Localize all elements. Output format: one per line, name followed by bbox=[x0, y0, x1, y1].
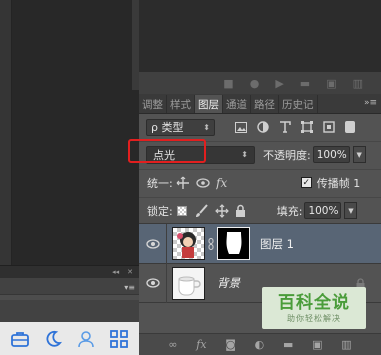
panel-menu-icon[interactable]: »≡ bbox=[364, 98, 377, 108]
play-icon[interactable]: ▶ bbox=[275, 77, 283, 90]
layer-style-icon[interactable]: fx bbox=[196, 338, 206, 351]
svg-text:fx: fx bbox=[216, 176, 227, 190]
unify-position-icon[interactable] bbox=[176, 176, 190, 190]
lock-label: 锁定: bbox=[147, 204, 173, 218]
filter-toggle-icon[interactable] bbox=[345, 121, 355, 133]
tab-paths[interactable]: 路径 bbox=[251, 95, 279, 113]
fill-input[interactable]: 100% bbox=[304, 202, 342, 219]
shape-filter-icon[interactable] bbox=[301, 121, 313, 133]
add-mask-icon[interactable]: ◙ bbox=[225, 338, 236, 351]
tab-styles[interactable]: 样式 bbox=[167, 95, 195, 113]
opacity-input[interactable]: 100% bbox=[312, 146, 350, 163]
folder-icon[interactable]: ▬ bbox=[300, 77, 310, 90]
close-icon[interactable]: ✕ bbox=[127, 268, 133, 276]
collapse-icon[interactable]: ◂◂ bbox=[112, 268, 119, 276]
adjustment-layer-icon[interactable]: ◐ bbox=[255, 338, 265, 351]
trash-icon[interactable]: ▥ bbox=[353, 77, 363, 90]
grid-icon[interactable] bbox=[109, 329, 129, 349]
adjustment-filter-icon[interactable] bbox=[257, 121, 269, 133]
layer-mask-thumbnail[interactable] bbox=[217, 227, 250, 260]
lock-position-icon[interactable] bbox=[214, 203, 229, 218]
tab-adjustments[interactable]: 调整 bbox=[139, 95, 167, 113]
new-layer-icon[interactable]: ▣ bbox=[312, 338, 322, 351]
layer-filter-select[interactable]: ρ 类型 ⬍ bbox=[146, 118, 215, 136]
layer-filter-row: ρ 类型 ⬍ bbox=[139, 116, 381, 138]
lock-all-icon[interactable] bbox=[235, 204, 246, 217]
unify-visibility-icon[interactable] bbox=[196, 177, 210, 189]
tab-history[interactable]: 历史记 bbox=[279, 95, 318, 113]
record-icon[interactable]: ● bbox=[250, 77, 260, 90]
text-filter-icon[interactable] bbox=[279, 121, 291, 133]
stop-icon[interactable]: ■ bbox=[223, 77, 233, 90]
timeline-controls: ■ ● ▶ ▬ ▣ ▥ bbox=[139, 72, 381, 94]
panel-menu-icon[interactable]: ▾≡ bbox=[124, 283, 135, 292]
unify-label: 统一: bbox=[147, 176, 173, 190]
user-icon[interactable] bbox=[76, 329, 96, 349]
unify-row: 统一: fx ✓ 传播帧 1 bbox=[139, 169, 381, 195]
layer-thumbnail bbox=[172, 227, 205, 260]
smartobject-filter-icon[interactable] bbox=[323, 121, 335, 133]
chevron-updown-icon: ⬍ bbox=[241, 150, 248, 159]
new-icon[interactable]: ▣ bbox=[326, 77, 336, 90]
layer-name[interactable]: 背景 bbox=[217, 275, 240, 291]
filter-icons bbox=[235, 121, 355, 133]
fill-label: 填充: bbox=[276, 204, 303, 218]
fill-dropdown-button[interactable]: ▼ bbox=[344, 202, 358, 219]
chevron-updown-icon: ⬍ bbox=[203, 122, 210, 132]
layer-name[interactable]: 图层 1 bbox=[260, 236, 294, 252]
panel-dock-top bbox=[139, 0, 381, 72]
moon-icon[interactable] bbox=[43, 329, 63, 349]
secondary-panel-scrollbar[interactable] bbox=[0, 294, 139, 300]
image-filter-icon[interactable] bbox=[235, 121, 247, 133]
opacity-dropdown-button[interactable]: ▼ bbox=[352, 146, 366, 163]
briefcase-icon[interactable] bbox=[10, 329, 30, 349]
layer-thumbnail bbox=[172, 266, 205, 300]
tab-channels[interactable]: 通道 bbox=[223, 95, 251, 113]
new-group-icon[interactable]: ▬ bbox=[283, 338, 293, 351]
propagate-frame-checkbox[interactable]: ✓ bbox=[300, 177, 312, 188]
delete-layer-icon[interactable]: ▥ bbox=[341, 338, 351, 351]
layer-row-layer1[interactable]: 图层 1 bbox=[139, 223, 381, 264]
layers-panel-footer: ∞ fx ◙ ◐ ▬ ▣ ▥ bbox=[139, 333, 381, 355]
lock-brush-icon[interactable] bbox=[195, 203, 209, 218]
canvas-scrollbar[interactable] bbox=[132, 0, 139, 90]
lock-transparency-icon[interactable] bbox=[176, 205, 187, 216]
lock-row: 锁定: 填充: 100% ▼ bbox=[139, 197, 381, 223]
bottom-toolbar bbox=[0, 322, 139, 355]
document-canvas-area bbox=[0, 0, 139, 265]
link-layers-icon[interactable]: ∞ bbox=[168, 338, 177, 351]
secondary-panel-header: ◂◂ ✕ bbox=[0, 266, 139, 278]
tab-layers[interactable]: 图层 bbox=[195, 95, 223, 113]
watermark-logo: 百科全说 助你轻松解决 bbox=[262, 287, 366, 329]
unify-style-icon[interactable]: fx bbox=[216, 176, 232, 190]
filter-type-label: ρ 类型 bbox=[151, 121, 184, 134]
left-tool-strip bbox=[0, 0, 12, 265]
panel-tabs: 调整 样式 图层 通道 路径 历史记 »≡ bbox=[139, 94, 381, 114]
visibility-eye-icon[interactable] bbox=[139, 223, 167, 264]
blend-mode-highlight bbox=[128, 139, 206, 163]
watermark-title: 百科全说 bbox=[278, 292, 350, 313]
watermark-subtitle: 助你轻松解决 bbox=[287, 313, 341, 323]
opacity-label: 不透明度: bbox=[263, 148, 311, 162]
visibility-eye-icon[interactable] bbox=[139, 263, 167, 303]
propagate-frame-label: 传播帧 1 bbox=[316, 176, 361, 190]
mask-link-icon[interactable] bbox=[208, 237, 214, 250]
